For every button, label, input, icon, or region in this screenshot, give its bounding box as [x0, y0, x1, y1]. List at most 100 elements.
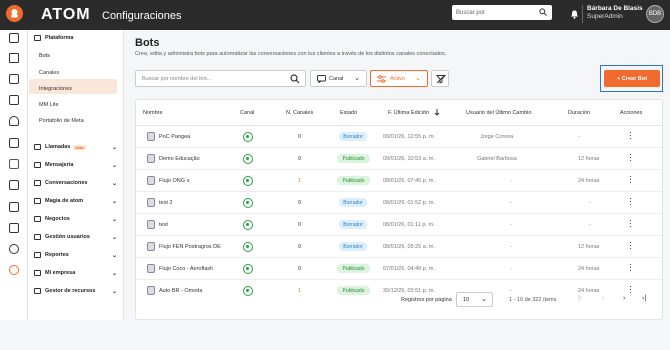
col-fecha[interactable]: F. Última Edición [388, 110, 429, 116]
bot-name[interactable]: Flujo FEN Postragros DE [159, 244, 221, 250]
clear-filters-button[interactable] [431, 70, 449, 87]
bell-icon[interactable] [570, 9, 579, 19]
bot-name[interactable]: Flujo ONG´s [159, 178, 190, 184]
header-divider [582, 5, 583, 23]
page-title: Bots [135, 37, 160, 49]
estado-filter-label: Activo [390, 76, 405, 82]
sidebar-item-portafolio[interactable]: Portafolio de Meta [39, 118, 84, 124]
inbox-icon[interactable] [9, 138, 19, 148]
bot-name[interactable]: test [159, 222, 168, 228]
chevron-down-icon: ⌄ [481, 296, 487, 303]
nav-section-mensajeria[interactable]: Mensajería ⌄ [34, 162, 117, 169]
more-vertical-icon[interactable]: · · · [629, 172, 632, 187]
col-nombre[interactable]: Nombre [143, 110, 163, 116]
chat-icon [317, 75, 326, 83]
search-icon[interactable] [290, 74, 300, 84]
more-vertical-icon[interactable]: · · · [629, 260, 632, 275]
more-vertical-icon[interactable]: · · · [629, 194, 632, 209]
table-row[interactable]: Flujo FEN Postragros DE 0 Borrador 08/01… [136, 236, 662, 258]
bot-name[interactable]: Flujo Coco - Aeroflash [159, 266, 213, 272]
panel-icon[interactable] [9, 33, 19, 43]
nav-section-label: Plataforma [45, 35, 74, 41]
bot-name[interactable]: Auto BR - Omoda [159, 288, 202, 294]
global-search-input[interactable]: Buscar por [452, 5, 552, 20]
nav-section-plataforma[interactable]: Plataforma [34, 35, 73, 41]
chevron-down-icon: ⌄ [112, 162, 118, 169]
avatar[interactable]: BDB [646, 5, 664, 23]
last-edit-date: 09/01/26, 10:53 a. m. [383, 156, 435, 162]
n-canales: 0 [298, 134, 302, 140]
more-vertical-icon[interactable]: · · · [629, 128, 632, 143]
last-user: - [510, 178, 512, 184]
search-icon[interactable] [539, 8, 547, 16]
first-page-icon[interactable]: |‹ [578, 295, 582, 302]
whatsapp-icon [243, 242, 253, 252]
last-page-icon[interactable]: ›| [642, 295, 646, 302]
more-vertical-icon[interactable]: · · · [629, 216, 632, 231]
duration: 24 horas [578, 178, 600, 184]
sidebar-item-mm-lite[interactable]: MM Lite [39, 102, 59, 108]
table-row[interactable]: Flujo ONG´s 1 Publicado 08/01/26, 07:45 … [136, 170, 662, 192]
n-canales: 0 [298, 244, 302, 250]
sidebar-item-canales[interactable]: Canales [39, 70, 59, 76]
nav-section-magia[interactable]: Magia de atom ⌄ [34, 198, 117, 205]
briefcase-icon [34, 216, 41, 222]
nav-section-negocios[interactable]: Negocios ⌄ [34, 216, 117, 223]
chevron-down-icon: ⌄ [112, 180, 118, 187]
canal-filter-select[interactable]: Canal ⌄ [310, 70, 367, 87]
headset-icon[interactable] [9, 116, 19, 126]
prev-page-icon[interactable]: ‹ [602, 295, 604, 302]
phone-off-icon[interactable] [9, 159, 19, 169]
estado-filter-select[interactable]: Activo ⌄ [370, 70, 428, 87]
nav-section-conversaciones[interactable]: Conversaciones ⌄ [34, 180, 117, 187]
bots-table: Nombre Canal N. Canales Estado F. Última… [135, 99, 663, 320]
nav-section-llamadas[interactable]: Llamadas beta ⌄ [34, 144, 117, 151]
table-row[interactable]: Flujo Coco - Aeroflash 0 Publicado 07/01… [136, 258, 662, 280]
clock-icon[interactable] [9, 244, 19, 254]
canal-filter-label: Canal [329, 76, 344, 82]
message-icon[interactable] [9, 223, 19, 233]
col-acciones: Acciones [620, 110, 643, 116]
sliders-icon[interactable] [9, 202, 19, 212]
nav-section-mi-empresa[interactable]: Mi empresa ⌄ [34, 270, 117, 277]
atom-logo-icon[interactable] [6, 5, 23, 22]
table-row[interactable]: Auto BR - Omoda 1 Publicado 30/12/25, 03… [136, 280, 662, 301]
bot-icon [147, 264, 155, 273]
table-row[interactable]: test 0 Borrador 08/01/26, 01:11 p. m. - … [136, 214, 662, 236]
nav-section-gestor-recursos[interactable]: Gestor de recursos ⌄ [34, 288, 117, 295]
bot-icon [147, 176, 155, 185]
megaphone-icon[interactable] [9, 180, 19, 190]
user-role: SuperAdmin [587, 13, 623, 20]
next-page-icon[interactable]: › [623, 295, 625, 302]
home-icon[interactable] [9, 53, 19, 63]
list-icon [34, 288, 41, 294]
sidebar-item-bots[interactable]: Bots [39, 53, 50, 59]
nav-section-gestion-usuarios[interactable]: Gestión usuarios ⌄ [34, 234, 117, 241]
rows-per-page-select[interactable]: 10 ⌄ [456, 292, 493, 307]
create-bot-button[interactable]: + Crear Bot [604, 70, 660, 87]
arrow-down-icon[interactable] [434, 109, 440, 116]
bot-name[interactable]: PoC Pangea [159, 134, 190, 140]
bot-search-input[interactable]: Buscar por nombre del bot... [135, 70, 306, 87]
gear-icon[interactable] [9, 265, 19, 275]
duration: 12 horas [578, 244, 600, 250]
pagination-range: 1 - 10 de 322 ítems [509, 297, 557, 303]
bot-name[interactable]: Demo Educação [159, 156, 200, 162]
more-vertical-icon[interactable]: · · · [629, 150, 632, 165]
table-row[interactable]: Demo Educação 0 Publicado 09/01/26, 10:5… [136, 148, 662, 170]
more-vertical-icon[interactable]: · · · [629, 282, 632, 297]
grid-icon[interactable] [9, 95, 19, 105]
table-row[interactable]: test 2 0 Borrador 08/01/26, 01:52 p. m. … [136, 192, 662, 214]
whatsapp-icon [243, 176, 253, 186]
table-row[interactable]: PoC Pangea 0 Borrador 09/01/26, 12:55 p.… [136, 126, 662, 148]
status-badge: Borrador [339, 132, 367, 141]
duration: - [589, 222, 591, 228]
report-icon [34, 252, 41, 258]
nav-section-label: Conversaciones [45, 180, 88, 186]
briefcase-icon[interactable] [9, 74, 19, 84]
sidebar-item-integraciones[interactable]: Integraciones [39, 86, 72, 92]
nav-section-reportes[interactable]: Reportes ⌄ [34, 252, 117, 259]
status-badge: Borrador [339, 242, 367, 251]
bot-name[interactable]: test 2 [159, 200, 172, 206]
more-vertical-icon[interactable]: · · · [629, 238, 632, 253]
